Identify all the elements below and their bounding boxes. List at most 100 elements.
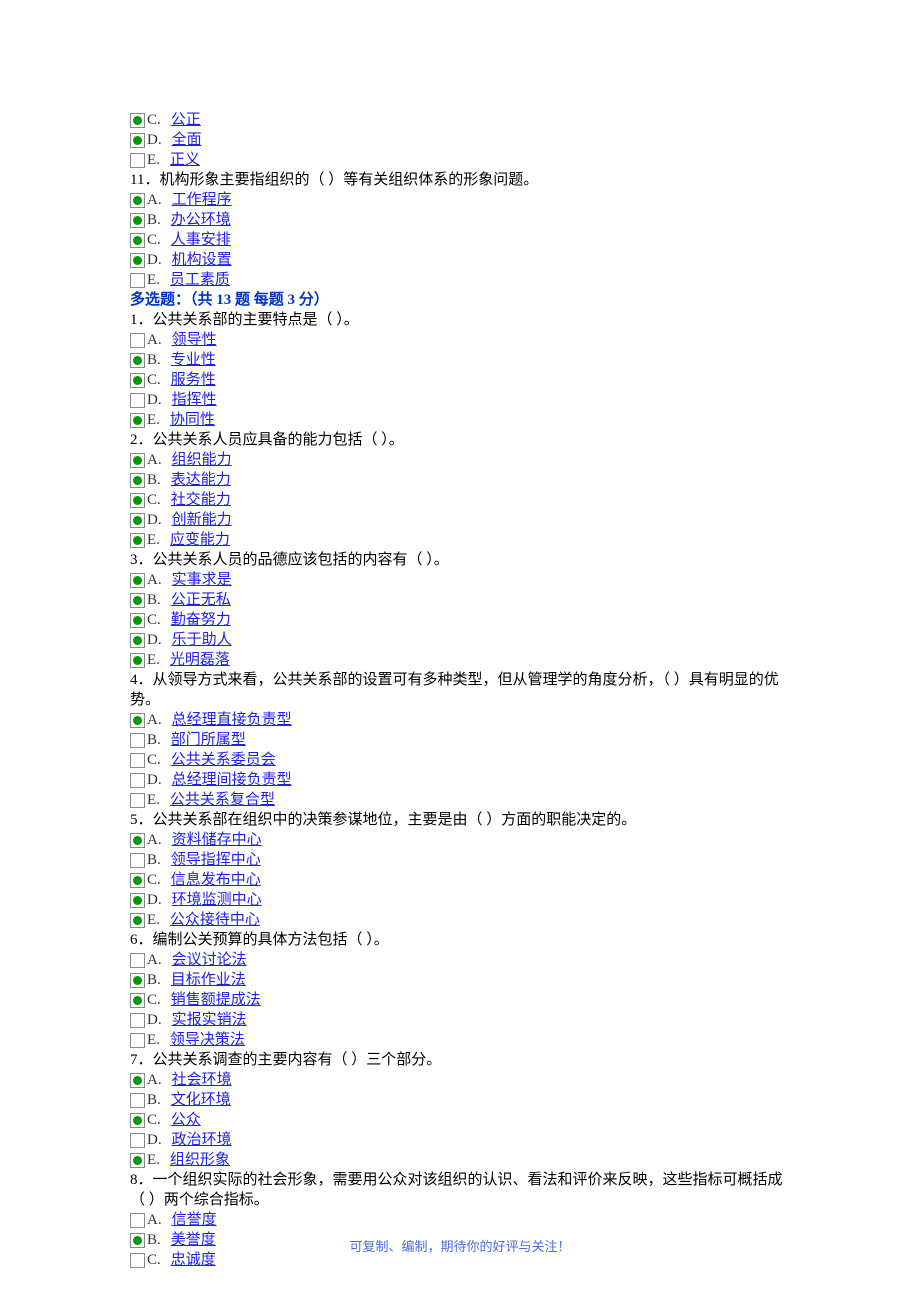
option-row: B.部门所属型 xyxy=(130,730,790,750)
option-row: D.指挥性 xyxy=(130,390,790,410)
option-checkbox[interactable] xyxy=(130,873,145,888)
option-checkbox[interactable] xyxy=(130,773,145,788)
option-checkbox[interactable] xyxy=(130,533,145,548)
option-text: 领导指挥中心 xyxy=(171,850,261,870)
option-checkbox[interactable] xyxy=(130,273,145,288)
option-letter: E. xyxy=(147,650,160,670)
option-checkbox[interactable] xyxy=(130,1213,145,1228)
option-checkbox[interactable] xyxy=(130,1013,145,1028)
option-text: 创新能力 xyxy=(172,510,232,530)
option-letter: C. xyxy=(147,870,161,890)
option-checkbox[interactable] xyxy=(130,1093,145,1108)
option-checkbox[interactable] xyxy=(130,993,145,1008)
option-checkbox[interactable] xyxy=(130,613,145,628)
option-row: A.会议讨论法 xyxy=(130,950,790,970)
option-checkbox[interactable] xyxy=(130,1153,145,1168)
option-text: 机构设置 xyxy=(172,250,232,270)
option-row: D.乐于助人 xyxy=(130,630,790,650)
option-text: 应变能力 xyxy=(170,530,230,550)
option-checkbox[interactable] xyxy=(130,413,145,428)
option-letter: E. xyxy=(147,150,160,170)
document-page: C.公正D.全面E.正义 11．机构形象主要指组织的（ ）等有关组织体系的形象问… xyxy=(0,0,920,1310)
option-checkbox[interactable] xyxy=(130,733,145,748)
option-row: B.文化环境 xyxy=(130,1090,790,1110)
option-row: D. 机构设置 xyxy=(130,250,790,270)
option-letter: A. xyxy=(147,570,162,590)
option-checkbox[interactable] xyxy=(130,1133,145,1148)
option-letter: C. xyxy=(147,750,161,770)
option-checkbox[interactable] xyxy=(130,1033,145,1048)
option-checkbox[interactable] xyxy=(130,973,145,988)
option-text: 勤奋努力 xyxy=(171,610,231,630)
option-row: C.销售额提成法 xyxy=(130,990,790,1010)
option-checkbox[interactable] xyxy=(130,753,145,768)
option-letter: D. xyxy=(147,250,162,270)
option-checkbox[interactable] xyxy=(130,653,145,668)
option-text: 总经理间接负责型 xyxy=(172,770,292,790)
option-row: B.专业性 xyxy=(130,350,790,370)
option-text: 公共关系复合型 xyxy=(170,790,275,810)
option-checkbox[interactable] xyxy=(130,593,145,608)
option-row: E. 公共关系复合型 xyxy=(130,790,790,810)
option-checkbox[interactable] xyxy=(130,1113,145,1128)
option-checkbox[interactable] xyxy=(130,793,145,808)
option-letter: B. xyxy=(147,730,161,750)
option-letter: E. xyxy=(147,530,160,550)
option-row: E.正义 xyxy=(130,150,790,170)
option-checkbox[interactable] xyxy=(130,473,145,488)
option-text: 指挥性 xyxy=(172,390,217,410)
option-checkbox[interactable] xyxy=(130,333,145,348)
option-checkbox[interactable] xyxy=(130,633,145,648)
option-checkbox[interactable] xyxy=(130,953,145,968)
option-text: 公正 xyxy=(171,110,201,130)
option-letter: C. xyxy=(147,490,161,510)
option-checkbox[interactable] xyxy=(130,913,145,928)
option-checkbox[interactable] xyxy=(130,233,145,248)
option-checkbox[interactable] xyxy=(130,113,145,128)
option-letter: E. xyxy=(147,910,160,930)
option-checkbox[interactable] xyxy=(130,253,145,268)
option-letter: D. xyxy=(147,1010,162,1030)
option-checkbox[interactable] xyxy=(130,853,145,868)
option-checkbox[interactable] xyxy=(130,193,145,208)
option-row: E.协同性 xyxy=(130,410,790,430)
option-checkbox[interactable] xyxy=(130,513,145,528)
option-letter: B. xyxy=(147,470,161,490)
option-text: 目标作业法 xyxy=(171,970,246,990)
option-checkbox[interactable] xyxy=(130,833,145,848)
option-text: 销售额提成法 xyxy=(171,990,261,1010)
option-letter: B. xyxy=(147,210,161,230)
option-letter: E. xyxy=(147,1030,160,1050)
option-checkbox[interactable] xyxy=(130,133,145,148)
option-letter: C. xyxy=(147,370,161,390)
option-row: D. 总经理间接负责型 xyxy=(130,770,790,790)
option-text: 文化环境 xyxy=(171,1090,231,1110)
option-checkbox[interactable] xyxy=(130,493,145,508)
option-letter: A. xyxy=(147,1210,162,1230)
option-letter: B. xyxy=(147,350,161,370)
option-letter: B. xyxy=(147,970,161,990)
option-row: B.办公环境 xyxy=(130,210,790,230)
option-checkbox[interactable] xyxy=(130,713,145,728)
option-row: A.领导性 xyxy=(130,330,790,350)
option-checkbox[interactable] xyxy=(130,573,145,588)
option-checkbox[interactable] xyxy=(130,453,145,468)
option-row: D.创新能力 xyxy=(130,510,790,530)
option-checkbox[interactable] xyxy=(130,893,145,908)
option-letter: E. xyxy=(147,790,160,810)
option-checkbox[interactable] xyxy=(130,393,145,408)
option-letter: D. xyxy=(147,1130,162,1150)
option-checkbox[interactable] xyxy=(130,373,145,388)
option-checkbox[interactable] xyxy=(130,213,145,228)
option-row: A.总经理直接负责型 xyxy=(130,710,790,730)
option-row: E.领导决策法 xyxy=(130,1030,790,1050)
option-letter: D. xyxy=(147,890,162,910)
option-checkbox[interactable] xyxy=(130,353,145,368)
option-letter: C. xyxy=(147,110,161,130)
option-letter: A. xyxy=(147,830,162,850)
option-text: 信息发布中心 xyxy=(171,870,261,890)
option-letter: A. xyxy=(147,190,162,210)
option-checkbox[interactable] xyxy=(130,1073,145,1088)
option-checkbox[interactable] xyxy=(130,153,145,168)
option-letter: D. xyxy=(147,770,162,790)
